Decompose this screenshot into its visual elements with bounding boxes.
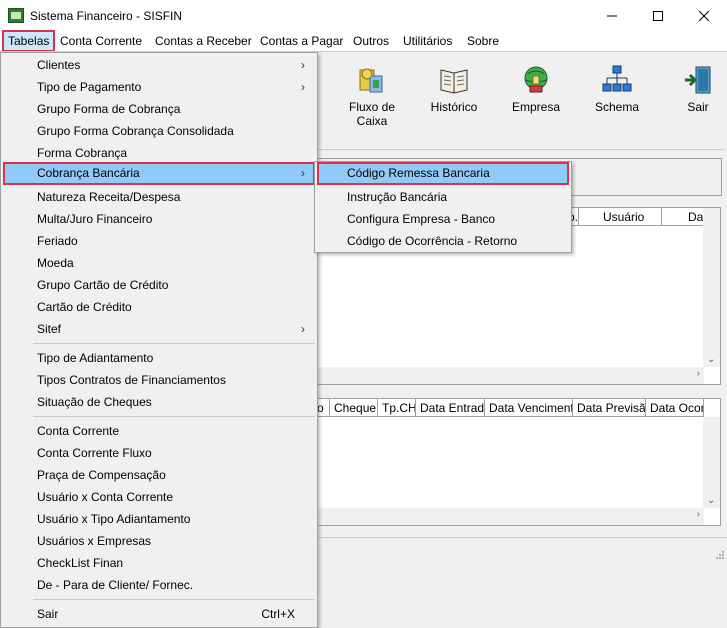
dropdown-item-forma-cobranca[interactable]: Forma Cobrança [3,142,315,164]
menu-contas-a-receber[interactable]: Contas a Receber [149,31,258,51]
top-grid-col-data[interactable]: Da [662,208,704,226]
toolbar-empresa-label: Empresa [511,100,561,114]
minimize-button[interactable] [589,0,635,31]
menu-contas-a-pagar[interactable]: Contas a Pagar [254,31,349,51]
dropdown-item-tipos-contratos-de-financiamentos[interactable]: Tipos Contratos de Financiamentos [3,369,315,391]
top-grid-hscrollbar[interactable]: › [317,367,704,384]
dropdown-item-label: Clientes [37,58,81,72]
dropdown-item-grupo-forma-de-cobranca[interactable]: Grupo Forma de Cobrança [3,98,315,120]
submenu-item-instrucao-bancaria[interactable]: Instrução Bancária [317,186,569,208]
dropdown-separator [33,343,315,344]
chevron-right-icon: › [301,80,305,94]
dropdown-item-tipo-de-adiantamento[interactable]: Tipo de Adiantamento [3,347,315,369]
dropdown-item-label: Sair [37,607,59,621]
dropdown-item-sitef[interactable]: Sitef › [3,318,315,340]
dropdown-item-conta-corrente-fluxo[interactable]: Conta Corrente Fluxo [3,442,315,464]
minimize-icon [607,15,617,16]
scroll-down-icon[interactable]: ⌄ [707,495,715,506]
bottom-grid-vscrollbar[interactable]: ⌄ [703,417,720,508]
bottom-grid-hscrollbar[interactable]: › [317,508,704,525]
schema-network-icon [601,64,633,96]
top-grid-col-usuario[interactable]: Usuário [579,208,662,226]
dropdown-item-grupo-forma-cobranca-consolidada[interactable]: Grupo Forma Cobrança Consolidada [3,120,315,142]
dropdown-separator [33,599,315,600]
app-icon [8,8,24,23]
tabelas-dropdown: Clientes › Tipo de Pagamento › Grupo Forma… [0,52,318,628]
dropdown-item-grupo-cartao-de-credito[interactable]: Grupo Cartão de Crédito [3,274,315,296]
toolbar-fluxo-de-caixa-button[interactable]: Fluxo de Caixa [337,64,407,128]
dropdown-item-label: Cobrança Bancária [37,166,140,180]
dropdown-item-feriado[interactable]: Feriado [3,230,315,252]
resize-grip-icon[interactable] [716,548,725,559]
scroll-right-icon[interactable]: › [697,509,700,520]
bottom-grid-col-data-previsao[interactable]: Data Previsão [573,399,646,417]
dropdown-item-sair[interactable]: Sair Ctrl+X [3,603,315,625]
dropdown-item-checklist-finan[interactable]: CheckList Finan [3,552,315,574]
dropdown-item-label: Tipo de Pagamento [37,80,142,94]
chevron-right-icon: › [301,58,305,72]
menu-tabelas[interactable]: Tabelas [2,30,56,52]
dropdown-item-conta-corrente[interactable]: Conta Corrente [3,420,315,442]
menu-conta-corrente[interactable]: Conta Corrente [54,31,148,51]
dropdown-item-usuario-x-conta-corrente[interactable]: Usuário x Conta Corrente [3,486,315,508]
bottom-grid-col-data-ocorrencia[interactable]: Data Ocorrê [646,399,704,417]
bottom-grid: o Cheque Tp.CH Data Entrada Data Vencime… [316,398,721,526]
cobranca-bancaria-submenu: Código Remessa Bancaria Instrução Bancár… [314,161,572,253]
scroll-right-icon[interactable]: › [697,368,700,379]
toolbar-divider [316,149,724,150]
shortcut-label: Ctrl+X [261,607,295,621]
dropdown-separator [33,416,315,417]
dropdown-item-clientes[interactable]: Clientes › [3,54,315,76]
exit-door-icon [682,64,714,96]
window-title: Sistema Financeiro - SISFIN [30,9,183,23]
title-bar: Sistema Financeiro - SISFIN [0,0,727,31]
toolbar-sair-label: Sair [687,100,709,114]
dropdown-item-usuarios-x-empresas[interactable]: Usuários x Empresas [3,530,315,552]
company-globe-icon [520,64,552,96]
toolbar-empresa-button[interactable]: Empresa [501,64,571,114]
status-divider [316,537,727,538]
bottom-grid-col-tpch[interactable]: Tp.CH [378,399,416,417]
dropdown-item-situacao-de-cheques[interactable]: Situação de Cheques [3,391,315,413]
cash-flow-icon [356,64,388,96]
dropdown-item-praca-de-compensacao[interactable]: Praça de Compensação [3,464,315,486]
toolbar-sair-button[interactable]: Sair [663,64,727,114]
submenu-item-codigo-ocorrencia-retorno[interactable]: Código de Ocorrência - Retorno [317,230,569,252]
dropdown-item-usuario-x-tipo-adiantamento[interactable]: Usuário x Tipo Adiantamento [3,508,315,530]
dropdown-item-tipo-de-pagamento[interactable]: Tipo de Pagamento › [3,76,315,98]
submenu-item-configura-empresa-banco[interactable]: Configura Empresa - Banco [317,208,569,230]
menu-outros[interactable]: Outros [347,31,395,51]
close-icon [698,10,710,21]
scroll-down-icon[interactable]: ⌄ [707,354,715,365]
chevron-right-icon: › [301,166,305,180]
toolbar-historico-label: Histórico [430,100,478,114]
toolbar-schema-label: Schema [594,100,640,114]
menu-utilitarios[interactable]: Utilitários [397,31,458,51]
dropdown-item-multa-juro-financeiro[interactable]: Multa/Juro Financeiro [3,208,315,230]
dropdown-item-natureza-receita-despesa[interactable]: Natureza Receita/Despesa [3,186,315,208]
dropdown-item-label: Sitef [37,322,62,336]
menu-bar: Tabelas Conta Corrente Contas a Receber … [0,30,727,52]
bottom-grid-col-data-entrada[interactable]: Data Entrada [416,399,485,417]
close-button[interactable] [681,0,727,31]
dropdown-item-cartao-de-credito[interactable]: Cartão de Crédito [3,296,315,318]
toolbar-historico-button[interactable]: Histórico [419,64,489,114]
bottom-grid-col-0[interactable]: o [317,399,330,417]
toolbar-schema-button[interactable]: Schema [582,64,652,114]
toolbar-fluxo-de-caixa-label: Fluxo de Caixa [348,100,396,128]
chevron-right-icon: › [301,322,305,336]
history-book-icon [438,64,470,96]
dropdown-item-de-para-cliente-fornec[interactable]: De - Para de Cliente/ Fornec. [3,574,315,596]
dropdown-item-cobranca-bancaria[interactable]: Cobrança Bancária › [3,162,315,185]
top-grid-vscrollbar[interactable]: ⌄ [703,208,720,367]
dropdown-item-moeda[interactable]: Moeda [3,252,315,274]
maximize-button[interactable] [635,0,681,31]
maximize-icon [653,10,663,21]
menu-sobre[interactable]: Sobre [461,31,505,51]
bottom-grid-col-data-vencimento[interactable]: Data Vencimento [485,399,573,417]
submenu-item-codigo-remessa-bancaria[interactable]: Código Remessa Bancaria [317,162,569,185]
bottom-grid-col-cheque[interactable]: Cheque [330,399,378,417]
